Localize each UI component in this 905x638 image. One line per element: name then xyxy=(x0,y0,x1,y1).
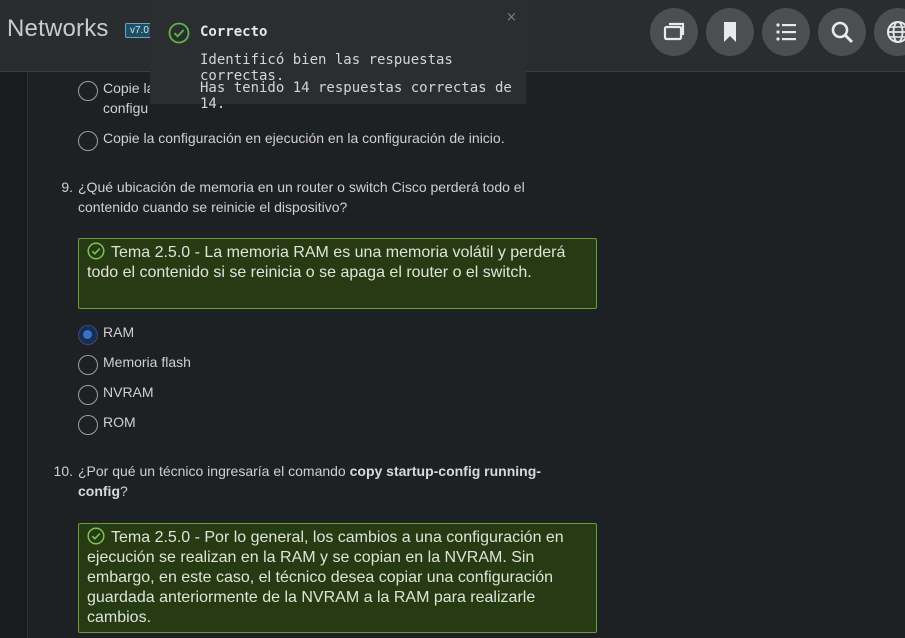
question-9: 9. ¿Qué ubicación de memoria en un route… xyxy=(50,177,570,217)
slides-icon xyxy=(663,22,685,41)
check-circle-icon xyxy=(87,527,105,545)
search-button[interactable] xyxy=(818,8,866,56)
radio-button[interactable] xyxy=(78,415,98,435)
check-circle-icon xyxy=(168,22,190,44)
close-icon[interactable]: × xyxy=(506,10,517,25)
globe-icon xyxy=(887,21,905,43)
result-toast: Correcto × Identificó bien las respuesta… xyxy=(150,0,526,112)
toast-title: Correcto xyxy=(200,24,268,40)
option-rom[interactable]: ROM xyxy=(78,412,136,435)
option-flash[interactable]: Memoria flash xyxy=(78,352,191,375)
left-gutter xyxy=(0,72,28,638)
option-label: Copie la configu xyxy=(103,80,155,116)
radio-button[interactable] xyxy=(78,355,98,375)
radio-button[interactable] xyxy=(78,131,98,151)
feedback-text: Tema 2.5.0 - La memoria RAM es una memor… xyxy=(87,244,566,281)
list-button[interactable] xyxy=(762,8,810,56)
option-label: RAM xyxy=(103,324,135,340)
radio-button[interactable] xyxy=(78,81,98,101)
brand-title[interactable]: Networks xyxy=(7,15,109,43)
bookmark-button[interactable] xyxy=(706,8,754,56)
feedback-text: Tema 2.5.0 - Por lo general, los cambios… xyxy=(87,529,564,626)
slides-button[interactable] xyxy=(650,8,698,56)
option-label: Copie la configuración en ejecución en l… xyxy=(103,130,505,146)
feedback-box-q9: Tema 2.5.0 - La memoria RAM es una memor… xyxy=(78,238,597,309)
search-icon xyxy=(831,21,854,44)
feedback-box-q10: Tema 2.5.0 - Por lo general, los cambios… xyxy=(78,523,597,633)
option-label: ROM xyxy=(103,414,136,430)
option-prev-1[interactable]: Copie la configu xyxy=(78,78,154,118)
radio-button-selected[interactable] xyxy=(78,325,98,345)
radio-button[interactable] xyxy=(78,385,98,405)
option-label: NVRAM xyxy=(103,384,154,400)
question-number: 9. xyxy=(61,179,73,195)
toast-score: Has tenido 14 respuestas correctas de 14… xyxy=(200,80,512,112)
question-number: 10. xyxy=(53,463,73,479)
bookmark-icon xyxy=(724,22,736,42)
option-label: Memoria flash xyxy=(103,354,191,370)
language-button[interactable] xyxy=(874,8,905,56)
option-nvram[interactable]: NVRAM xyxy=(78,382,154,405)
option-ram[interactable]: RAM xyxy=(78,322,134,345)
question-10: 10. ¿Por qué un técnico ingresaría el co… xyxy=(50,461,570,501)
question-text: ¿Por qué un técnico ingresaría el comand… xyxy=(78,463,541,499)
option-prev-2[interactable]: Copie la configuración en ejecución en l… xyxy=(78,128,505,151)
check-circle-icon xyxy=(87,242,105,260)
question-text: ¿Qué ubicación de memoria en un router o… xyxy=(78,179,525,215)
list-icon xyxy=(776,23,796,41)
